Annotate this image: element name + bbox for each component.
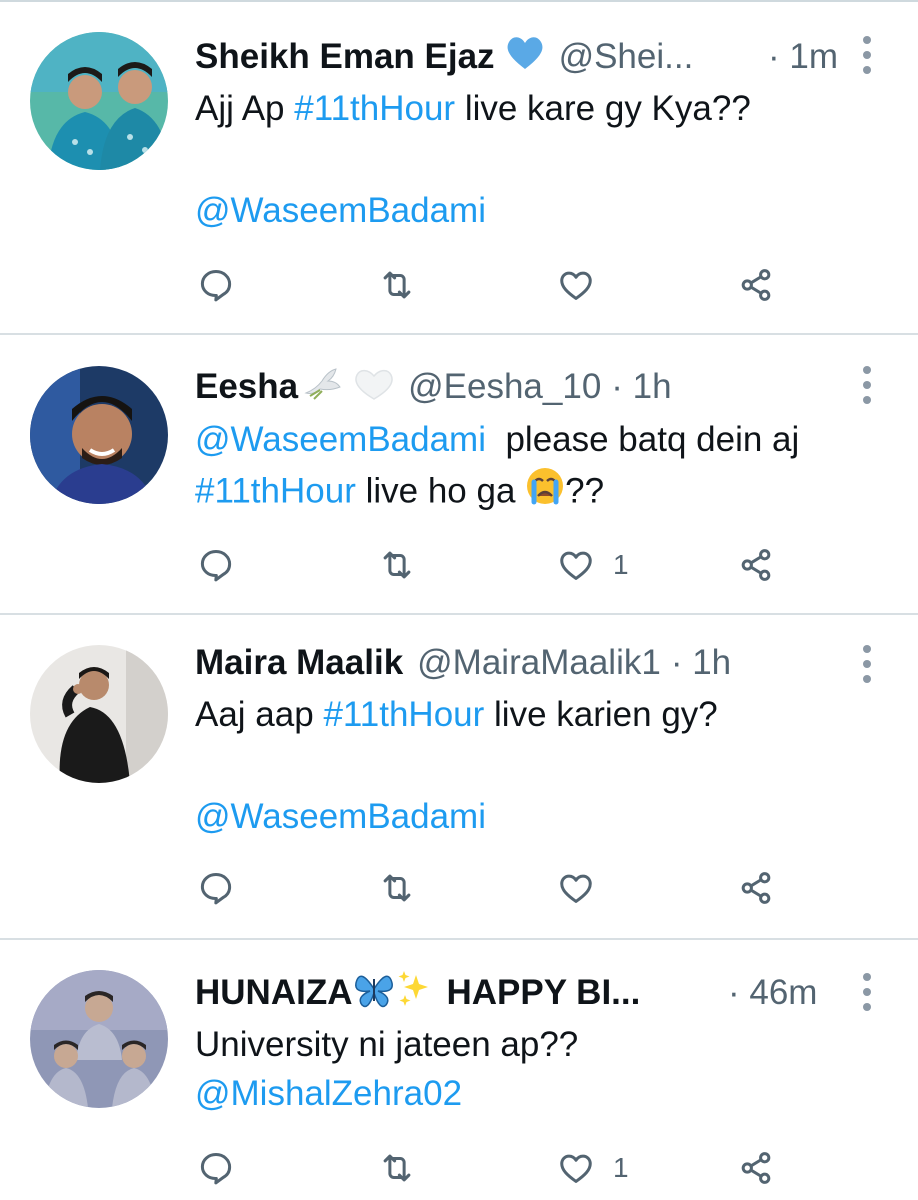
avatar[interactable] [30,366,168,504]
author-name[interactable]: Eesha [195,367,298,407]
tweet-header: Sheikh Eman Ejaz @Shei... [195,32,693,82]
retweet-icon [383,874,411,902]
hashtag-link[interactable]: #11thHour [323,695,484,734]
heart-icon [560,271,592,300]
retweet-icon [383,1154,411,1182]
retweet-button[interactable] [378,1143,416,1193]
tweet-header: HUNAIZA HAPPY BI... [195,968,640,1018]
tweet-actions [0,260,918,310]
top-divider [0,0,918,2]
reply-icon [200,550,232,582]
retweet-icon [383,551,411,579]
tweet-text-line: #11thHour live ho ga ?? [195,466,604,520]
more-options-icon[interactable] [860,645,874,685]
share-button[interactable] [737,1143,775,1193]
share-icon [741,549,771,581]
like-count: 1 [613,549,629,580]
share-button[interactable] [737,540,775,590]
share-icon [741,269,771,301]
mention-link[interactable]: @WaseemBadami [195,797,486,836]
more-options-icon[interactable] [860,973,874,1013]
reply-button[interactable] [197,260,235,310]
avatar[interactable] [30,970,168,1108]
tweet-text-line: @WaseemBadami please batq dein aj [195,420,800,459]
author-handle[interactable]: @Eesha_10 [408,367,601,407]
reply-icon [200,1153,232,1185]
reply-button[interactable] [197,540,235,590]
author-name[interactable]: HUNAIZA [195,973,352,1013]
avatar[interactable] [30,645,168,783]
heart-icon [560,874,592,903]
author-handle[interactable]: @MairaMaalik1 [417,643,661,683]
tweet-divider [0,938,918,940]
mention-link[interactable]: @MishalZehra02 [195,1074,462,1113]
reply-icon [200,873,232,905]
share-icon [741,1152,771,1184]
mention-link[interactable]: @WaseemBadami [195,420,486,459]
tweet-text-line: University ni jateen ap?? [195,1025,579,1064]
retweet-icon [383,271,411,299]
author-name-suffix[interactable]: HAPPY BI... [446,973,640,1013]
like-button[interactable] [557,260,595,310]
retweet-button[interactable] [378,540,416,590]
hashtag-link[interactable]: #11thHour [195,471,356,510]
like-count: 1 [613,1152,629,1183]
share-button[interactable] [737,260,775,310]
author-name[interactable]: Sheikh Eman Ejaz [195,37,495,77]
author-name[interactable]: Maira Maalik [195,643,403,683]
more-options-icon[interactable] [860,36,874,76]
like-button[interactable]: 1 [557,540,629,590]
tweet-actions [0,863,918,913]
retweet-button[interactable] [378,260,416,310]
dove-white-heart-icon [302,363,394,412]
like-button[interactable] [557,863,595,913]
author-handle[interactable]: @Shei... [559,37,694,77]
tweet-text-line: Aaj aap #11thHour live karien gy? [195,695,718,734]
like-button[interactable]: 1 [557,1143,629,1193]
heart-icon [560,1154,592,1183]
more-options-icon[interactable] [860,366,874,406]
tweet-text-line: Ajj Ap #11thHour live kare gy Kya?? [195,89,751,128]
tweet-header: Maira Maalik @MairaMaalik1 · 1h [195,638,731,688]
tweet-text-line: @WaseemBadami [195,792,486,842]
avatar[interactable] [30,32,168,170]
reply-button[interactable] [197,1143,235,1193]
reply-button[interactable] [197,863,235,913]
tweet-time[interactable]: · 1h [611,367,671,407]
butterfly-sparkles-icon [354,969,434,1018]
blue-heart-icon [505,35,545,80]
crying-face-icon [525,466,565,520]
heart-icon [560,551,592,580]
share-button[interactable] [737,863,775,913]
tweet-text-line: @WaseemBadami [195,186,486,236]
tweet-time[interactable]: · 46m [728,968,817,1018]
tweet-time[interactable]: · 1h [671,643,731,683]
share-icon [741,872,771,904]
tweet-divider [0,333,918,335]
tweet-text-line: @MishalZehra02 [195,1069,462,1119]
tweet-header: Eesha @Eesha_10 · 1h [195,362,672,412]
tweet-divider [0,613,918,615]
mention-link[interactable]: @WaseemBadami [195,191,486,230]
tweet-actions: 1 [0,540,918,590]
reply-icon [200,270,232,302]
tweet-time[interactable]: · 1m [768,32,838,82]
retweet-button[interactable] [378,863,416,913]
hashtag-link[interactable]: #11thHour [294,89,455,128]
tweet-actions: 1 [0,1143,918,1193]
